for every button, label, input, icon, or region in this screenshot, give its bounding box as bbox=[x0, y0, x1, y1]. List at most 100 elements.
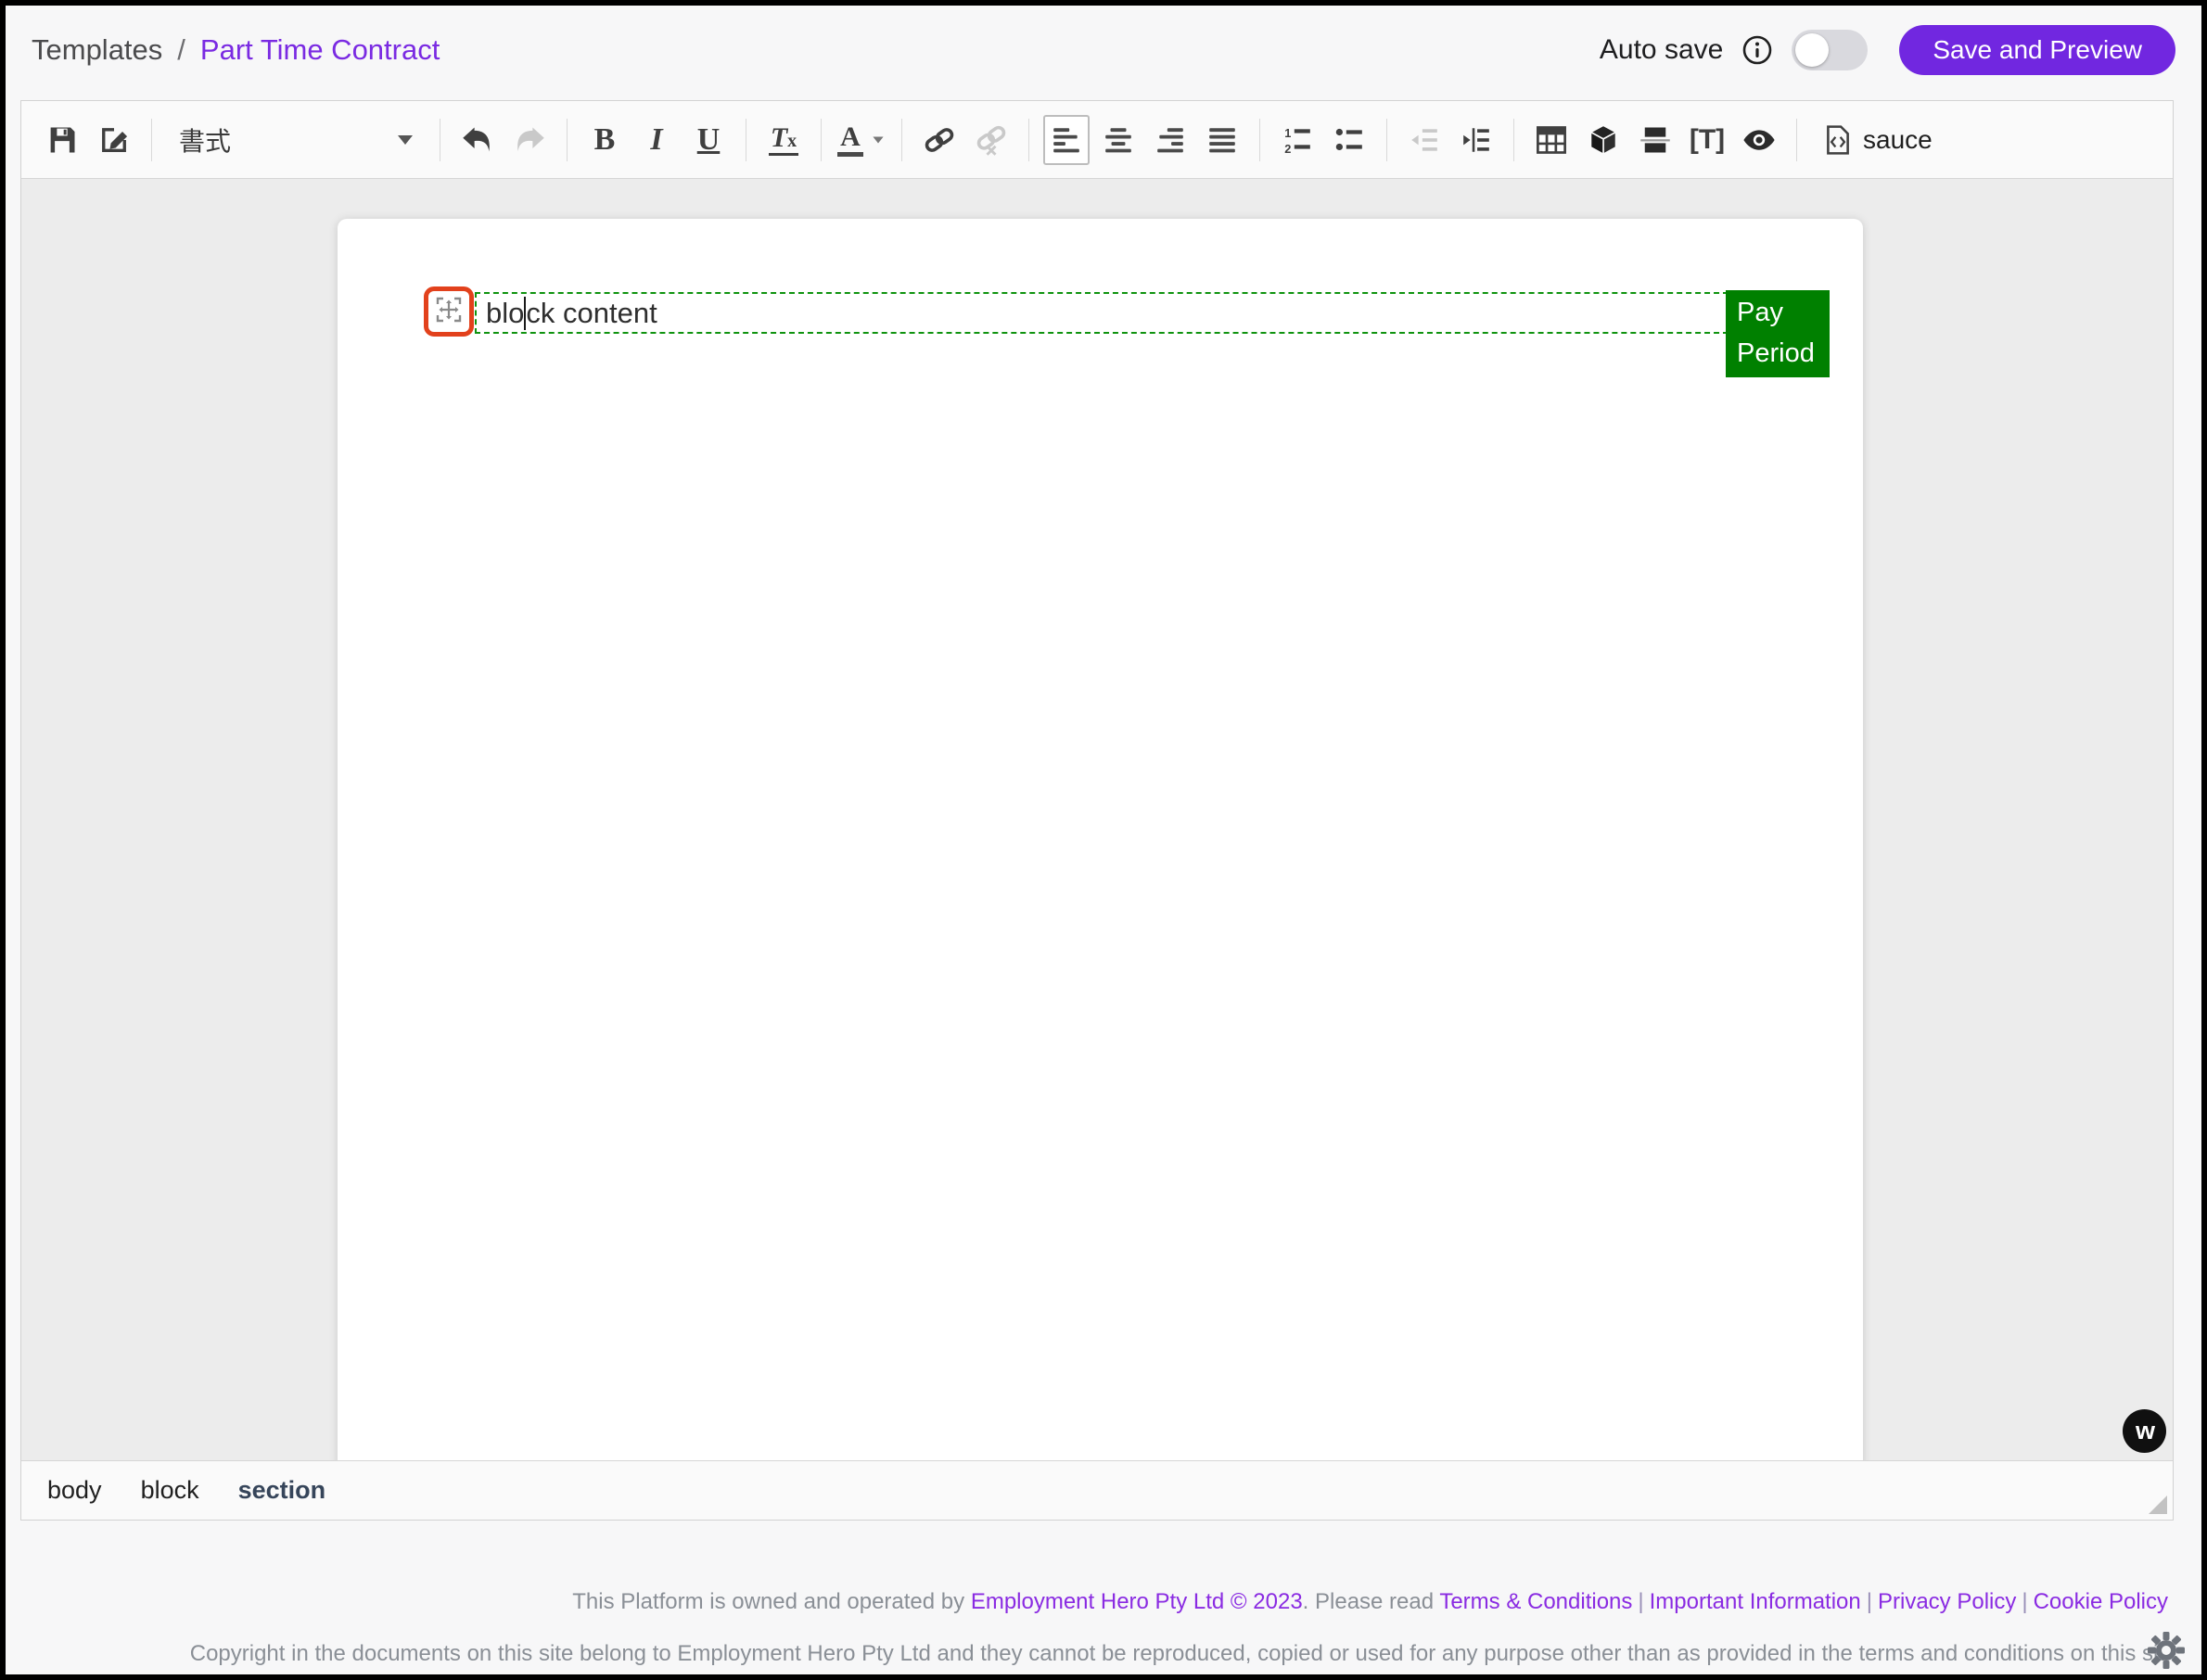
block-text-before-caret: blo bbox=[486, 297, 524, 330]
auto-save-toggle[interactable] bbox=[1792, 30, 1868, 70]
remove-format-button[interactable]: Tx bbox=[760, 115, 807, 165]
merge-tag-line2: Period bbox=[1737, 333, 1824, 374]
element-path-bar: body block section bbox=[21, 1460, 2173, 1520]
link-button[interactable] bbox=[916, 115, 963, 165]
footer-link-terms[interactable]: Terms & Conditions bbox=[1439, 1589, 1632, 1614]
outdent-button[interactable] bbox=[1401, 115, 1448, 165]
align-left-icon bbox=[1051, 124, 1082, 156]
merge-tag-line1: Pay bbox=[1737, 292, 1824, 333]
footer-separator: | bbox=[1867, 1589, 1872, 1614]
paragraph-format-dropdown[interactable]: 書式 bbox=[166, 115, 426, 165]
toolbar-separator bbox=[1259, 119, 1260, 161]
bold-icon: B bbox=[594, 124, 616, 156]
insert-table-button[interactable] bbox=[1528, 115, 1575, 165]
move-crosshair-icon bbox=[434, 295, 464, 329]
footer-link-privacy-policy[interactable]: Privacy Policy bbox=[1878, 1589, 2016, 1614]
editable-block[interactable]: block content bbox=[475, 292, 1729, 334]
top-bar-actions: Auto save Save and Preview bbox=[1600, 25, 2175, 75]
edit-template-button[interactable] bbox=[91, 115, 137, 165]
gear-icon[interactable] bbox=[2144, 1628, 2188, 1673]
editor-frame: 書式 B I U Tx bbox=[20, 100, 2174, 1521]
source-sauce-button[interactable]: sauce bbox=[1811, 115, 1944, 165]
editor-canvas: block content Pay Period w bbox=[21, 179, 2173, 1460]
align-right-button[interactable] bbox=[1147, 115, 1193, 165]
chevron-down-icon bbox=[873, 136, 883, 143]
document-page[interactable]: block content Pay Period bbox=[338, 219, 1863, 1460]
path-item-body[interactable]: body bbox=[47, 1476, 102, 1505]
toolbar-separator bbox=[151, 119, 152, 161]
block-drag-handle[interactable] bbox=[424, 286, 474, 337]
align-right-icon bbox=[1155, 124, 1186, 156]
logo-letter: w bbox=[2136, 1417, 2153, 1445]
auto-save-label: Auto save bbox=[1600, 34, 1723, 66]
block-text-after-caret: ck content bbox=[526, 297, 657, 330]
chevron-down-icon bbox=[398, 135, 413, 145]
indent-icon bbox=[1461, 124, 1492, 156]
resize-grip[interactable] bbox=[2149, 1495, 2167, 1514]
underline-button[interactable]: U bbox=[685, 115, 732, 165]
pay-period-merge-tag[interactable]: Pay Period bbox=[1726, 290, 1830, 377]
cube-icon bbox=[1587, 123, 1620, 157]
footer-text: . Please read bbox=[1303, 1589, 1440, 1614]
underline-icon: U bbox=[697, 124, 721, 156]
path-item-section[interactable]: section bbox=[238, 1476, 326, 1505]
toolbar-separator bbox=[901, 119, 902, 161]
footer-link-employment-hero[interactable]: Employment Hero Pty Ltd © 2023 bbox=[971, 1589, 1303, 1614]
text-color-button[interactable]: A bbox=[836, 115, 887, 165]
justify-icon bbox=[1206, 124, 1238, 156]
text-color-icon: A bbox=[837, 123, 863, 157]
top-bar: Templates / Part Time Contract Auto save… bbox=[6, 6, 2201, 95]
align-center-icon bbox=[1103, 124, 1134, 156]
numbered-list-button[interactable]: 1 2 bbox=[1274, 115, 1320, 165]
italic-icon: I bbox=[650, 124, 662, 156]
justify-button[interactable] bbox=[1199, 115, 1245, 165]
indent-button[interactable] bbox=[1453, 115, 1499, 165]
footer-text: This Platform is owned and operated by bbox=[572, 1589, 971, 1614]
footer-legal-line: This Platform is owned and operated by E… bbox=[572, 1589, 2168, 1615]
remove-format-icon: Tx bbox=[769, 124, 798, 156]
floppy-save-icon bbox=[45, 123, 79, 157]
breadcrumb: Templates / Part Time Contract bbox=[32, 33, 440, 67]
sauce-label: sauce bbox=[1863, 125, 1933, 155]
align-center-button[interactable] bbox=[1095, 115, 1142, 165]
toolbar-separator bbox=[1028, 119, 1029, 161]
save-button-toolbar[interactable] bbox=[39, 115, 85, 165]
unlink-button[interactable] bbox=[968, 115, 1014, 165]
bulleted-list-button[interactable] bbox=[1326, 115, 1372, 165]
toolbar-separator bbox=[567, 119, 568, 161]
preview-button[interactable] bbox=[1736, 115, 1782, 165]
save-and-preview-button[interactable]: Save and Preview bbox=[1899, 25, 2175, 75]
numbered-list-icon: 1 2 bbox=[1282, 124, 1313, 156]
section-blocks-icon bbox=[1639, 123, 1672, 157]
footer-copyright-line: Copyright in the documents on this site … bbox=[190, 1641, 2164, 1667]
toolbar-separator bbox=[1513, 119, 1514, 161]
insert-section-button[interactable] bbox=[1632, 115, 1678, 165]
bulleted-list-icon bbox=[1333, 124, 1365, 156]
footer-separator: | bbox=[2022, 1589, 2027, 1614]
breadcrumb-templates[interactable]: Templates bbox=[32, 33, 162, 67]
toggle-knob bbox=[1795, 33, 1829, 67]
italic-button[interactable]: I bbox=[633, 115, 680, 165]
redo-button[interactable] bbox=[506, 115, 553, 165]
footer-link-cookie-policy[interactable]: Cookie Policy bbox=[2034, 1589, 2168, 1614]
footer-link-important-information[interactable]: Important Information bbox=[1650, 1589, 1861, 1614]
footer-separator: | bbox=[1638, 1589, 1643, 1614]
format-dropdown-label: 書式 bbox=[179, 121, 231, 159]
info-icon[interactable] bbox=[1741, 34, 1773, 66]
edit-pencil-icon bbox=[97, 123, 131, 157]
toolbar-separator bbox=[821, 119, 822, 161]
breadcrumb-separator: / bbox=[177, 33, 185, 67]
path-item-block[interactable]: block bbox=[141, 1476, 199, 1505]
undo-icon bbox=[461, 123, 494, 157]
template-editor-app: { "colors": { "accent_purple": "#7127e0"… bbox=[0, 0, 2207, 1680]
insert-widget-button[interactable] bbox=[1580, 115, 1627, 165]
align-left-button[interactable] bbox=[1043, 115, 1090, 165]
redo-icon bbox=[513, 123, 546, 157]
svg-text:2: 2 bbox=[1284, 141, 1291, 155]
bold-button[interactable]: B bbox=[581, 115, 628, 165]
editor-brand-logo[interactable]: w bbox=[2123, 1409, 2166, 1453]
table-icon bbox=[1535, 123, 1568, 157]
undo-button[interactable] bbox=[454, 115, 501, 165]
breadcrumb-current-template: Part Time Contract bbox=[200, 33, 440, 67]
insert-placeholder-button[interactable]: [T] bbox=[1684, 115, 1730, 165]
